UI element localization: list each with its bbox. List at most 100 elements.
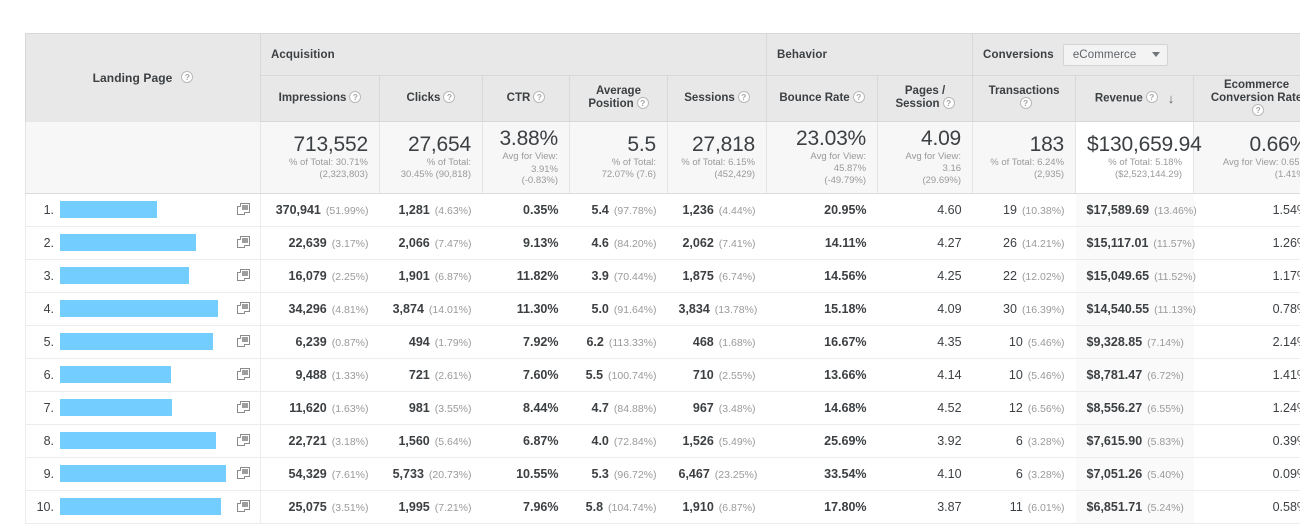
- conversions-goal-select[interactable]: eCommerce: [1063, 44, 1169, 66]
- column-header-pages-session[interactable]: Pages / Session?: [878, 76, 973, 122]
- table-row[interactable]: 8.22,721(3.18%)1,560(5.64%)6.87%4.0(72.8…: [26, 424, 1300, 457]
- clicks-cell-percent: (1.79%): [435, 337, 472, 349]
- impressions-cell-value: 22,721: [289, 434, 327, 448]
- landing-page-cell[interactable]: 2.: [26, 226, 261, 259]
- copy-icon[interactable]: [237, 236, 250, 249]
- conversions-label: Conversions: [983, 49, 1054, 61]
- column-header-average-position[interactable]: Average Position?: [570, 76, 668, 122]
- bounce-rate-cell: 17.80%: [767, 490, 878, 523]
- summary-sessions-value: 27,818: [679, 133, 755, 156]
- landing-page-cell[interactable]: 3.: [26, 259, 261, 292]
- help-icon[interactable]: ?: [1020, 97, 1032, 109]
- landing-page-cell[interactable]: 4.: [26, 292, 261, 325]
- help-icon[interactable]: ?: [349, 91, 361, 103]
- copy-icon[interactable]: [237, 269, 250, 282]
- landing-page-cell[interactable]: 9.: [26, 457, 261, 490]
- ecommerce-conversion-rate-cell: 0.39%: [1194, 424, 1300, 457]
- clicks-cell: 3,874 (14.01%): [380, 292, 483, 325]
- revenue-cell: $8,556.27(6.55%): [1076, 391, 1194, 424]
- table-row[interactable]: 7.11,620(1.63%)981(3.55%)8.44%4.7(84.88%…: [26, 391, 1300, 424]
- column-header-ecommerce-conversion-rate[interactable]: Ecommerce Conversion Rate?: [1194, 76, 1300, 122]
- landing-page-cell[interactable]: 10.: [26, 490, 261, 523]
- sessions-cell-value: 710: [693, 368, 714, 382]
- help-icon[interactable]: ?: [533, 91, 545, 103]
- ctr-cell-value: 7.60%: [523, 368, 558, 382]
- average-position-cell-value: 5.0: [592, 302, 609, 316]
- copy-icon[interactable]: [237, 467, 250, 480]
- ctr-cell: 8.44%: [483, 391, 570, 424]
- impressions-cell-percent: (3.17%): [332, 238, 369, 250]
- column-header-clicks[interactable]: Clicks?: [380, 76, 483, 122]
- table-row[interactable]: 2.22,639(3.17%)2,066(7.47%)9.13%4.6(84.2…: [26, 226, 1300, 259]
- table-row[interactable]: 1.370,941(51.99%)1,281(4.63%)0.35%5.4(97…: [26, 193, 1300, 226]
- copy-icon[interactable]: [237, 203, 250, 216]
- landing-page-cell[interactable]: 1.: [26, 193, 261, 226]
- impressions-cell-percent: (4.81%): [332, 304, 369, 316]
- average-position-cell-value: 5.3: [592, 467, 609, 481]
- copy-icon[interactable]: [237, 335, 250, 348]
- revenue-cell: $14,540.55(11.13%): [1076, 292, 1194, 325]
- average-position-cell-value: 6.2: [586, 335, 603, 349]
- copy-icon[interactable]: [237, 401, 250, 414]
- sessions-cell: 1,236(4.44%): [668, 193, 767, 226]
- clicks-cell-value: 3,874: [393, 302, 424, 316]
- table-row[interactable]: 9.54,329(7.61%)5,733(20.73%)10.55%5.3(96…: [26, 457, 1300, 490]
- summary-transactions-sub1: % of Total: 6.24%: [984, 157, 1064, 169]
- table-row[interactable]: 6.9,488(1.33%)721(2.61%)7.60%5.5(100.74%…: [26, 358, 1300, 391]
- sessions-cell-value: 1,526: [682, 434, 713, 448]
- table-row[interactable]: 4.34,296(4.81%)3,874(14.01%)11.30%5.0(91…: [26, 292, 1300, 325]
- sessions-cell-percent: (7.41%): [719, 238, 756, 250]
- clicks-cell: 721(2.61%): [380, 358, 483, 391]
- column-header-transactions[interactable]: Transactions?: [973, 76, 1076, 122]
- impressions-cell-value: 11,620: [289, 401, 327, 415]
- column-header-impressions[interactable]: Impressions?: [261, 76, 380, 122]
- transactions-cell-percent: (16.39%): [1022, 304, 1065, 316]
- help-icon[interactable]: ?: [943, 97, 955, 109]
- help-icon[interactable]: ?: [1146, 91, 1158, 103]
- column-header-sessions[interactable]: Sessions?: [668, 76, 767, 122]
- ecommerce-conversion-rate-cell: 2.14%: [1194, 325, 1300, 358]
- copy-icon[interactable]: [237, 500, 250, 513]
- behavior-label: Behavior: [777, 49, 827, 61]
- summary-impressions: 713,552 % of Total: 30.71% (2,323,803): [261, 122, 380, 194]
- copy-icon[interactable]: [237, 368, 250, 381]
- summary-impressions-sub1: % of Total: 30.71%: [272, 157, 368, 169]
- table-row[interactable]: 10.25,075(3.51%)1,995(7.21%)7.96%5.8(104…: [26, 490, 1300, 523]
- column-header-landing-page[interactable]: Landing Page ?: [26, 34, 261, 122]
- bounce-rate-cell-value: 14.68%: [824, 401, 866, 415]
- table-row[interactable]: 3.16,079(2.25%)1,901(6.87%)11.82%3.9(70.…: [26, 259, 1300, 292]
- copy-icon[interactable]: [237, 434, 250, 447]
- sort-descending-icon[interactable]: ↓: [1168, 92, 1175, 105]
- row-rank: 2.: [34, 236, 60, 250]
- landing-page-cell[interactable]: 7.: [26, 391, 261, 424]
- help-icon[interactable]: ?: [181, 71, 193, 83]
- landing-page-cell[interactable]: 6.: [26, 358, 261, 391]
- ecommerce-conversion-rate-cell-value: 2.14%: [1273, 335, 1300, 349]
- help-icon[interactable]: ?: [443, 91, 455, 103]
- help-icon[interactable]: ?: [853, 91, 865, 103]
- table-row[interactable]: 5.6,239(0.87%)494(1.79%)7.92%6.2(113.33%…: [26, 325, 1300, 358]
- average-position-cell: 3.9(70.44%): [570, 259, 668, 292]
- average-position-cell: 4.7(84.88%): [570, 391, 668, 424]
- help-icon[interactable]: ?: [637, 97, 649, 109]
- pages-session-cell-value: 4.52: [937, 401, 961, 415]
- landing-page-cell[interactable]: 5.: [26, 325, 261, 358]
- column-header-ctr[interactable]: CTR?: [483, 76, 570, 122]
- clicks-cell-percent: (14.01%): [429, 304, 472, 316]
- pages-session-cell: 3.92: [878, 424, 973, 457]
- landing-page-cell[interactable]: 8.: [26, 424, 261, 457]
- revenue-cell-value: $6,851.71: [1087, 500, 1143, 514]
- summary-ctr-value: 3.88%: [494, 127, 558, 150]
- average-position-cell: 5.8(104.74%): [570, 490, 668, 523]
- column-header-revenue[interactable]: Revenue?↓: [1076, 76, 1194, 122]
- help-icon[interactable]: ?: [1252, 104, 1264, 116]
- average-position-cell: 4.0(72.84%): [570, 424, 668, 457]
- summary-clicks-sub1: % of Total:: [391, 157, 471, 169]
- row-rank: 7.: [34, 401, 60, 415]
- average-position-cell-percent: (97.78%): [614, 205, 657, 217]
- help-icon[interactable]: ?: [738, 91, 750, 103]
- column-header-bounce-rate[interactable]: Bounce Rate?: [767, 76, 878, 122]
- revenue-cell-percent: (7.14%): [1147, 337, 1184, 349]
- copy-icon[interactable]: [237, 302, 250, 315]
- transactions-cell-percent: (3.28%): [1028, 469, 1065, 481]
